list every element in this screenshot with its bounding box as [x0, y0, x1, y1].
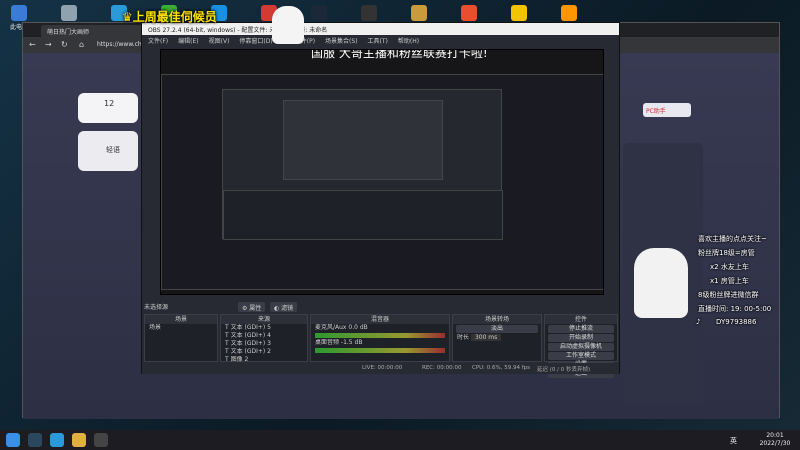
- clock-date: 2022/7/30: [759, 440, 791, 447]
- sources-dock-title: 来源: [221, 315, 307, 324]
- clock-time: 20:01: [766, 432, 784, 439]
- obs-menu-item[interactable]: 工具(T): [368, 38, 388, 45]
- sources-dock: 来源 T 文本 (GDI+) 5T 文本 (GDI+) 4T 文本 (GDI+)…: [220, 314, 308, 371]
- card-text: 轻语: [106, 146, 120, 154]
- folder-icon[interactable]: [72, 433, 86, 447]
- overlay-line-x2: x2 水友上车: [710, 263, 749, 271]
- properties-button[interactable]: ⚙ 属性: [238, 302, 266, 312]
- yy-icon: [511, 5, 527, 21]
- obs-icon[interactable]: [94, 433, 108, 447]
- control-button[interactable]: 停止推流: [548, 325, 614, 333]
- filters-label: 滤镜: [281, 305, 294, 312]
- steam-icon: [311, 5, 327, 21]
- overlay-line-x1: x1 房管上车: [710, 277, 749, 285]
- page-card[interactable]: 12: [78, 93, 138, 123]
- obs-menu-item[interactable]: 文件(F): [148, 38, 168, 45]
- mascot-image: [272, 6, 304, 44]
- forward-icon[interactable]: →: [45, 40, 52, 49]
- crown-icon: ♛: [122, 10, 133, 24]
- dropped-frames-status: 延迟 (0 / 0 秒丢弃帧): [537, 367, 591, 373]
- huya-icon: [561, 5, 577, 21]
- cat-mascot-image: [634, 248, 688, 318]
- windows-start-icon[interactable]: [6, 433, 20, 447]
- transitions-dock: 场景转场 淡出 时长 300 ms: [452, 314, 542, 362]
- obs-icon: [361, 5, 377, 21]
- nested-preview: [161, 74, 603, 290]
- obs-menu-item[interactable]: 视图(V): [209, 38, 230, 45]
- game-icon: [411, 5, 427, 21]
- selected-source-label: 未选择源: [144, 304, 169, 311]
- live-status: LIVE: 00:00:00: [362, 365, 403, 371]
- nested-preview-2: [222, 89, 503, 240]
- volume-meter[interactable]: [315, 348, 445, 353]
- tiktok-icon: ♪: [696, 318, 701, 326]
- taskbar-clock[interactable]: 20:01 2022/7/30: [752, 432, 798, 448]
- mixer-dock-title: 混音器: [311, 315, 449, 324]
- obs-menu-item[interactable]: 停靠窗口(D): [239, 38, 272, 45]
- home-icon[interactable]: ⌂: [79, 40, 84, 49]
- card-number: 12: [104, 99, 115, 108]
- banner-text: 上周最佳伺候员: [132, 10, 217, 24]
- rec-status: REC: 00:00:00: [422, 365, 462, 371]
- steam-icon[interactable]: [28, 433, 42, 447]
- source-item[interactable]: T 文本 (GDI+) 2: [221, 348, 307, 356]
- volume-meter[interactable]: [315, 333, 445, 338]
- overlay-line-wechat: 8级粉丝牌进微信群: [698, 291, 759, 299]
- refresh-icon[interactable]: ↻: [61, 40, 68, 49]
- obs-menu-item[interactable]: 编辑(E): [178, 38, 198, 45]
- filters-button[interactable]: ◐ 滤镜: [270, 302, 298, 312]
- overlay-line-follow: 喜欢主播的点点关注~: [698, 235, 767, 243]
- mixer-track: 麦克风/Aux 0.0 dB: [315, 324, 368, 331]
- mixer-dock: 混音器 麦克风/Aux 0.0 dB 桌面音频 -1.5 dB: [310, 314, 450, 362]
- duration-input[interactable]: 300 ms: [470, 334, 502, 341]
- obs-window: OBS 27.2.4 (64-bit, windows) - 配置文件: 未命名…: [141, 22, 620, 378]
- transition-select[interactable]: 淡出: [456, 325, 538, 333]
- obs-menu-item[interactable]: 帮助(H): [398, 38, 419, 45]
- wegame-icon: [461, 5, 477, 21]
- properties-label: 属性: [249, 305, 262, 312]
- source-item[interactable]: T 文本 (GDI+) 5: [221, 324, 307, 332]
- back-icon[interactable]: ←: [29, 40, 36, 49]
- avatar-card[interactable]: 轻语: [78, 131, 138, 171]
- cpu-status: CPU: 0.6%, 59.94 fps: [472, 365, 531, 371]
- page-badge[interactable]: PC助手: [643, 103, 691, 117]
- controls-dock-title: 控件: [545, 315, 617, 324]
- taskbar: [0, 430, 800, 450]
- stream-title: 国服 大哥主播和粉丝联赛打卡啦!: [311, 49, 488, 60]
- ime-indicator[interactable]: 英: [730, 436, 737, 446]
- top-banner: ♛上周最佳伺候员: [122, 8, 217, 25]
- obs-menu-bar: 文件(F)编辑(E)视图(V)停靠窗口(D)配置文件(P)场景集合(S)工具(T…: [142, 35, 619, 45]
- controls-dock: 控件 停止推流开始录制启动虚拟摄像机工作室模式设置退出: [544, 314, 618, 378]
- control-button[interactable]: 工作室模式: [548, 352, 614, 360]
- source-item[interactable]: T 文本 (GDI+) 4: [221, 332, 307, 340]
- control-button[interactable]: 开始录制: [548, 334, 614, 342]
- duration-row: 时长 300 ms: [453, 334, 541, 342]
- mixer-track: 桌面音频 -1.5 dB: [315, 339, 363, 346]
- source-item[interactable]: T 文本 (GDI+) 3: [221, 340, 307, 348]
- obs-status-bar: LIVE: 00:00:00 REC: 00:00:00 CPU: 0.6%, …: [142, 363, 619, 374]
- recycle-bin-icon: [61, 5, 77, 21]
- overlay-line-time: 直播时间: 19: 00-5:00: [698, 305, 772, 313]
- nested-preview-3: [283, 100, 443, 180]
- stream-overlay: 喜欢主播的点点关注~ 粉丝牌18级=房管 x2 水友上车 x1 房管上车 8级粉…: [690, 232, 800, 332]
- overlay-line-fanbadge: 粉丝牌18级=房管: [698, 249, 755, 257]
- scenes-dock: 场景 场景: [144, 314, 218, 362]
- computer-icon: [11, 5, 27, 21]
- scene-item[interactable]: 场景: [145, 324, 217, 332]
- obs-preview[interactable]: 国服 大哥主播和粉丝联赛打卡啦!: [160, 49, 604, 295]
- edge-icon[interactable]: [50, 433, 64, 447]
- scenes-dock-title: 场景: [145, 315, 217, 324]
- transitions-dock-title: 场景转场: [453, 315, 541, 324]
- control-button[interactable]: 启动虚拟摄像机: [548, 343, 614, 351]
- duration-label: 时长: [457, 334, 470, 341]
- obs-menu-item[interactable]: 场景集合(S): [325, 38, 358, 45]
- nested-docks: [223, 190, 503, 240]
- tiktok-id: DY9793886: [716, 318, 757, 326]
